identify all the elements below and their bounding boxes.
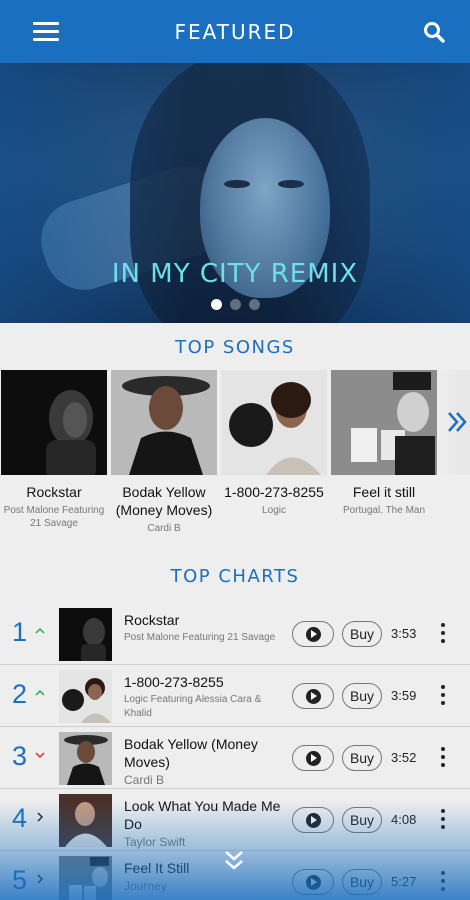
buy-button[interactable]: Buy — [342, 621, 382, 647]
carousel-dot-3[interactable] — [248, 299, 260, 310]
track-info: Look What You Made Me Do Taylor Swift — [124, 797, 284, 849]
album-cover — [111, 370, 217, 475]
search-icon[interactable] — [423, 21, 445, 43]
play-icon — [305, 874, 321, 890]
track-artist: Cardi B — [124, 773, 165, 787]
track-artist: Taylor Swift — [124, 835, 186, 849]
song-artist: Logic — [262, 505, 286, 516]
song-card[interactable]: Bodak Yellow (Money Moves) Cardi B — [111, 370, 217, 535]
track-duration: 3:59 — [391, 688, 417, 703]
track-info: 1-800-273-8255 Logic Featuring Alessia C… — [124, 673, 284, 721]
track-title: Look What You Made Me Do — [124, 798, 281, 832]
hero-title: IN MY CITY REMIX — [111, 259, 359, 289]
app-header: FEATURED — [0, 0, 470, 63]
track-duration: 3:53 — [391, 626, 417, 641]
menu-icon[interactable] — [33, 22, 59, 42]
track-info: Rockstar Post Malone Featuring 21 Savage — [124, 611, 284, 645]
track-thumbnail — [59, 608, 112, 661]
hero-banner[interactable]: IN MY CITY REMIX — [0, 63, 470, 323]
more-vertical-icon[interactable] — [436, 623, 450, 643]
play-button[interactable] — [292, 745, 334, 771]
song-title: Rockstar — [26, 484, 82, 500]
play-icon — [305, 812, 321, 828]
top-songs-title: TOP SONGS — [175, 337, 295, 358]
track-thumbnail — [59, 670, 112, 723]
trend-up-icon — [35, 689, 45, 696]
song-title: 1-800-273-8255 — [224, 484, 324, 500]
track-duration: 5:27 — [391, 874, 417, 889]
buy-button[interactable]: Buy — [342, 683, 382, 709]
more-vertical-icon[interactable] — [436, 871, 450, 891]
trend-up-icon — [35, 627, 45, 634]
track-artist: Post Malone Featuring 21 Savage — [124, 632, 276, 643]
carousel-dot-1[interactable] — [210, 299, 222, 310]
song-artist: Portugal. The Man — [342, 505, 426, 516]
chart-rank: 1 — [12, 617, 28, 647]
track-artist: Logic Featuring Alessia Cara & Khalid — [124, 694, 262, 719]
page-title: FEATURED — [174, 19, 296, 44]
more-vertical-icon[interactable] — [436, 747, 450, 767]
track-thumbnail — [59, 794, 112, 847]
more-vertical-icon[interactable] — [436, 809, 450, 829]
trend-down-icon — [35, 752, 45, 759]
more-vertical-icon[interactable] — [436, 685, 450, 705]
chart-rank: 2 — [12, 679, 28, 709]
track-thumbnail — [59, 856, 112, 900]
track-duration: 3:52 — [391, 750, 417, 765]
top-charts-title: TOP CHARTS — [170, 566, 300, 587]
carousel-dots — [0, 299, 470, 310]
song-artist: Cardi B — [147, 523, 181, 534]
top-songs-carousel: Rockstar Post Malone Featuring 21 Savage… — [0, 370, 470, 540]
chart-row[interactable]: 4 Look What You Made Me Do Taylor Swift … — [0, 789, 470, 851]
chevron-double-right-icon — [448, 412, 467, 432]
trend-same-icon — [37, 874, 44, 884]
track-info: Feel It Still Journey — [124, 859, 284, 893]
album-cover — [331, 370, 437, 475]
trend-same-icon — [37, 812, 44, 822]
buy-button[interactable]: Buy — [342, 807, 382, 833]
scroll-right-button[interactable] — [440, 370, 470, 475]
track-title: Bodak Yellow (Money Moves) — [124, 736, 258, 770]
track-title: 1-800-273-8255 — [124, 674, 224, 690]
play-button[interactable] — [292, 621, 334, 647]
play-button[interactable] — [292, 869, 334, 895]
track-title: Rockstar — [124, 612, 180, 628]
track-title: Feel It Still — [124, 860, 190, 876]
song-card[interactable]: Rockstar Post Malone Featuring 21 Savage — [1, 370, 107, 530]
chart-rank: 4 — [12, 803, 28, 833]
track-info: Bodak Yellow (Money Moves) Cardi B — [124, 735, 284, 787]
chart-row[interactable]: 3 Bodak Yellow (Money Moves) Cardi B Buy… — [0, 727, 470, 789]
buy-button[interactable]: Buy — [342, 745, 382, 771]
track-artist: Journey — [124, 879, 167, 893]
song-artist: Post Malone Featuring 21 Savage — [3, 505, 105, 529]
chart-row[interactable]: 1 Rockstar Post Malone Featuring 21 Sava… — [0, 603, 470, 665]
song-card[interactable]: 1-800-273-8255 Logic — [221, 370, 327, 517]
chart-row[interactable]: 2 1-800-273-8255 Logic Featuring Alessia… — [0, 665, 470, 727]
chart-rank: 3 — [12, 741, 28, 771]
carousel-dot-2[interactable] — [229, 299, 241, 310]
play-button[interactable] — [292, 683, 334, 709]
play-icon — [305, 750, 321, 766]
play-icon — [305, 688, 321, 704]
play-icon — [305, 626, 321, 642]
song-title: Bodak Yellow (Money Moves) — [115, 484, 213, 518]
chart-rank: 5 — [12, 865, 28, 895]
chevron-double-down-icon[interactable] — [223, 850, 245, 872]
album-cover — [1, 370, 107, 475]
track-thumbnail — [59, 732, 112, 785]
song-card[interactable]: Feel it still Portugal. The Man — [331, 370, 437, 517]
buy-button[interactable]: Buy — [342, 869, 382, 895]
track-duration: 4:08 — [391, 812, 417, 827]
song-title: Feel it still — [352, 484, 416, 500]
album-cover — [221, 370, 327, 475]
play-button[interactable] — [292, 807, 334, 833]
